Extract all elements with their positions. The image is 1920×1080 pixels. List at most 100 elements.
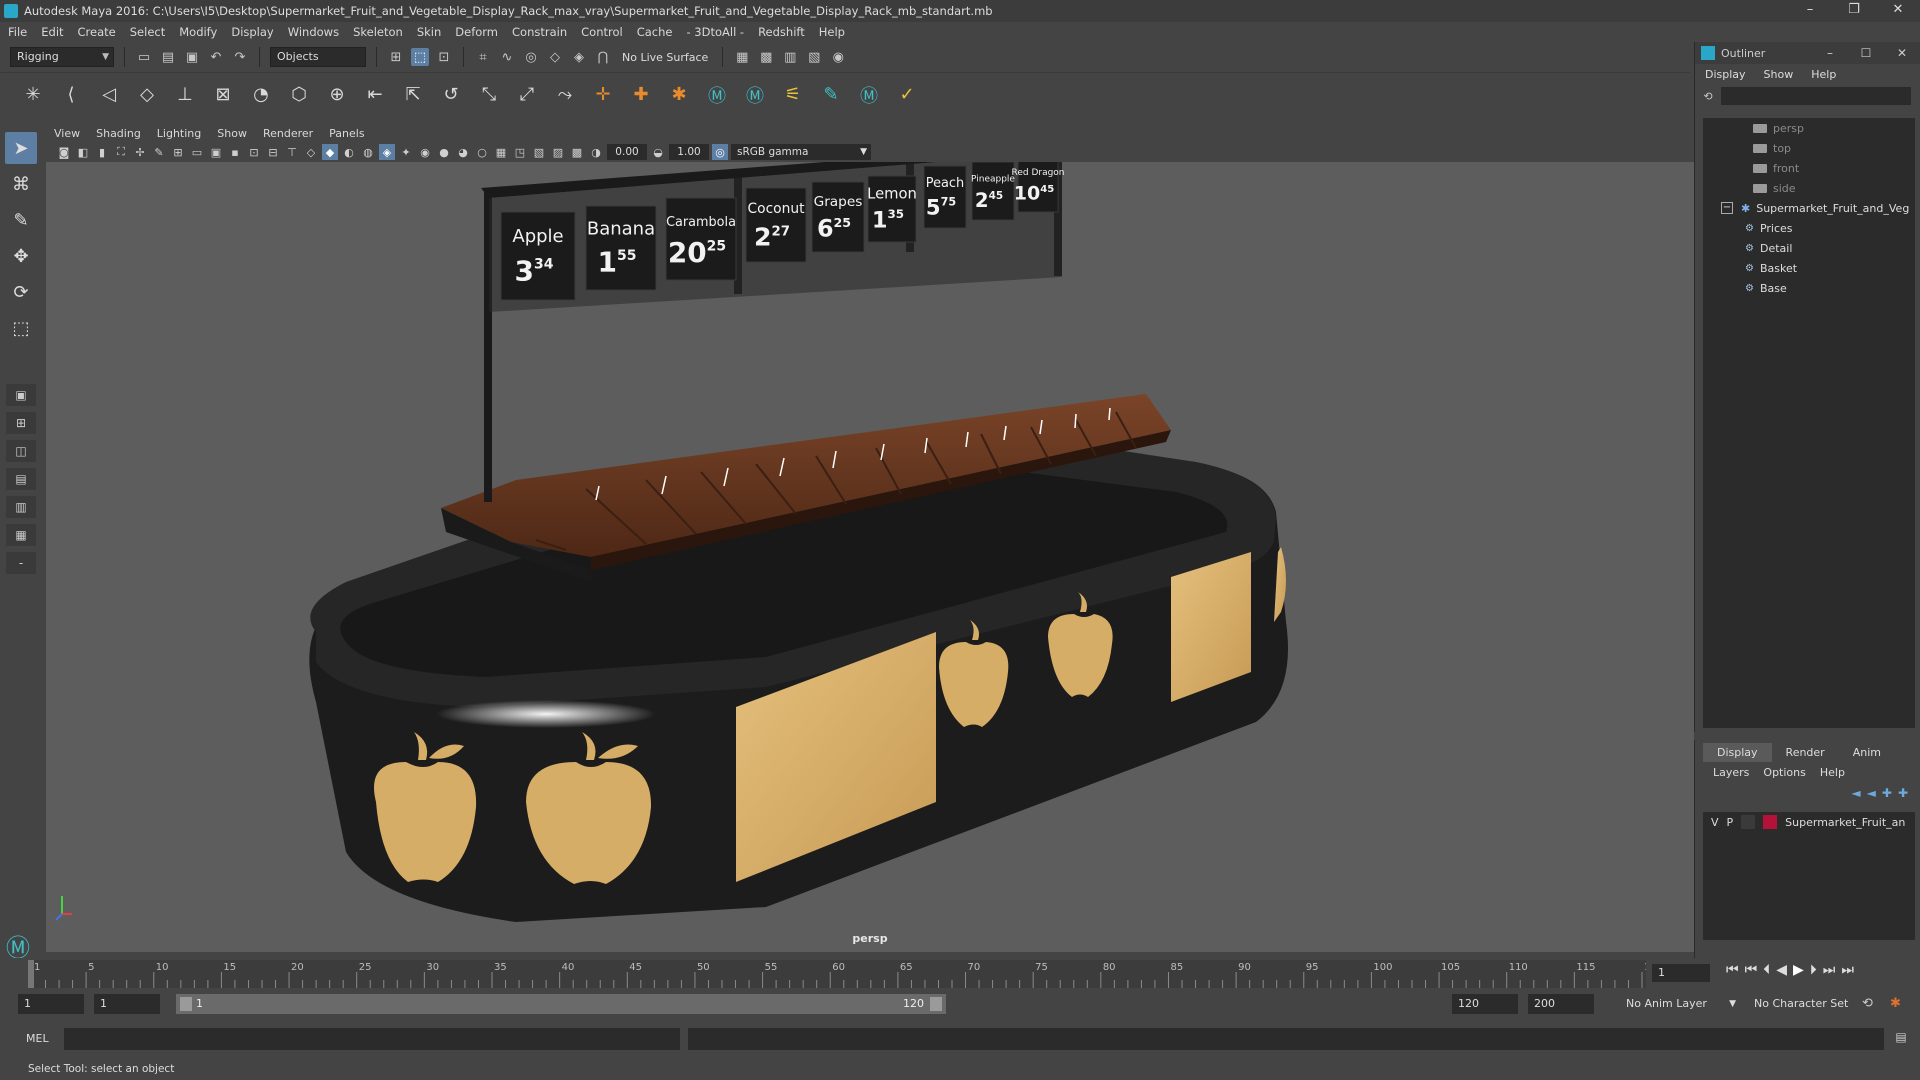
menu-3dtoall[interactable]: - 3DtoAll - — [686, 25, 744, 39]
textured-icon[interactable]: ◍ — [360, 144, 376, 160]
undo-icon[interactable]: ↶ — [207, 48, 225, 66]
outliner-menu-help[interactable]: Help — [1811, 68, 1836, 81]
graph-layout-icon[interactable]: ▥ — [6, 496, 36, 518]
outliner-item-prices[interactable]: ⚙ Prices — [1703, 218, 1915, 238]
menu-control[interactable]: Control — [581, 25, 623, 39]
menu-edit[interactable]: Edit — [41, 25, 63, 39]
vp-menu-panels[interactable]: Panels — [329, 127, 364, 140]
layer-name[interactable]: Supermarket_Fruit_an — [1785, 816, 1905, 829]
outliner-close-button[interactable]: ✕ — [1884, 46, 1920, 60]
depth-of-field-icon[interactable]: ▦ — [493, 144, 509, 160]
step-back-frame-icon[interactable]: ⏴ — [1763, 962, 1770, 978]
play-forward-icon[interactable]: ▶ — [1793, 962, 1804, 978]
constraint-scale-icon[interactable]: ⤡ — [476, 82, 502, 108]
command-language-label[interactable]: MEL — [26, 1032, 49, 1045]
animation-end-field[interactable]: 200 — [1528, 994, 1594, 1014]
color-space-dropdown[interactable]: sRGB gamma ▼ — [731, 144, 871, 160]
check-script-icon[interactable]: ✓ — [894, 82, 920, 108]
snap-surface-icon[interactable]: ◈ — [570, 48, 588, 66]
maya-script-icon-2[interactable]: Ⓜ — [742, 82, 768, 108]
step-back-key-icon[interactable]: ⏮ — [1745, 962, 1758, 978]
new-scene-icon[interactable]: ▭ — [135, 48, 153, 66]
hypershade-icon[interactable]: ◉ — [829, 48, 847, 66]
bookmark-icon[interactable]: ▮ — [94, 144, 110, 160]
insert-joint-icon[interactable]: ⟨ — [58, 82, 84, 108]
menuset-dropdown[interactable]: Rigging ▼ — [10, 47, 114, 67]
save-scene-icon[interactable]: ▣ — [183, 48, 201, 66]
play-backward-icon[interactable]: ◀ — [1776, 962, 1787, 978]
smooth-shade-icon[interactable]: ◆ — [322, 144, 338, 160]
current-time-marker[interactable] — [28, 960, 34, 988]
outliner-item-side[interactable]: side — [1703, 178, 1915, 198]
current-frame-field[interactable]: 1 — [1652, 964, 1710, 982]
wireframe-on-shaded-icon[interactable]: ◐ — [341, 144, 357, 160]
grease-pencil-icon[interactable]: ✎ — [151, 144, 167, 160]
camera-lock-icon[interactable]: ◧ — [75, 144, 91, 160]
two-d-pan-icon[interactable]: ✢ — [132, 144, 148, 160]
resolution-gate-icon[interactable]: ▣ — [208, 144, 224, 160]
isolate-select-icon[interactable]: ◳ — [512, 144, 528, 160]
select-hierarchy-icon[interactable]: ⊞ — [387, 48, 405, 66]
single-view-layout-icon[interactable]: ▣ — [6, 384, 36, 406]
animation-start-field[interactable]: 1 — [18, 994, 84, 1014]
layer-color-swatch[interactable] — [1763, 815, 1778, 829]
field-chart-icon[interactable]: ⊡ — [246, 144, 262, 160]
menu-redshift[interactable]: Redshift — [758, 25, 805, 39]
hypershade-layout-icon[interactable]: ▦ — [6, 524, 36, 546]
safe-title-icon[interactable]: ⊤ — [284, 144, 300, 160]
outliner-item-front[interactable]: front — [1703, 158, 1915, 178]
constraint-orient-icon[interactable]: ↺ — [438, 82, 464, 108]
auto-key-icon[interactable]: ⟲ — [1862, 996, 1873, 1011]
vp-menu-view[interactable]: View — [54, 127, 80, 140]
motion-blur-icon[interactable]: ◕ — [455, 144, 471, 160]
safe-action-icon[interactable]: ⊟ — [265, 144, 281, 160]
snap-point-icon[interactable]: ◎ — [522, 48, 540, 66]
outliner-item-base[interactable]: ⚙ Base — [1703, 278, 1915, 298]
anti-aliasing-icon[interactable]: ○ — [474, 144, 490, 160]
menu-cache[interactable]: Cache — [637, 25, 673, 39]
maya-script-icon-1[interactable]: Ⓜ — [704, 82, 730, 108]
new-layer-selected-icon[interactable]: ✚ — [1898, 786, 1908, 800]
four-view-layout-icon[interactable]: ⊞ — [6, 412, 36, 434]
camera-select-icon[interactable]: ◙ — [56, 144, 72, 160]
xray-joints-icon[interactable]: ▨ — [550, 144, 566, 160]
vp-menu-lighting[interactable]: Lighting — [157, 127, 201, 140]
character-set-dropdown[interactable]: No Character Set — [1748, 994, 1870, 1014]
paint-select-icon[interactable]: ✎ — [5, 204, 37, 236]
outliner-maximize-button[interactable]: ☐ — [1848, 46, 1884, 60]
layer-row[interactable]: V P Supermarket_Fruit_an — [1703, 812, 1915, 832]
paint-weights-icon[interactable]: ◔ — [248, 82, 274, 108]
playback-start-field[interactable]: 1 — [94, 994, 160, 1014]
layer-menu-layers[interactable]: Layers — [1713, 766, 1749, 779]
outliner-search-input[interactable] — [1721, 87, 1911, 105]
film-gate-icon[interactable]: ▭ — [189, 144, 205, 160]
tab-anim[interactable]: Anim — [1839, 743, 1895, 762]
layer-visibility-toggle[interactable]: V — [1711, 816, 1719, 829]
maya-script-icon-3[interactable]: Ⓜ — [856, 82, 882, 108]
color-management-icon[interactable]: ◎ — [712, 144, 728, 160]
move-layer-down-icon[interactable]: ◄ — [1867, 786, 1876, 800]
select-object-icon[interactable]: ⬚ — [411, 48, 429, 66]
lasso-tool-icon[interactable]: ⌘ — [5, 168, 37, 200]
preferences-icon[interactable]: ✱ — [1890, 996, 1901, 1011]
outliner-item-detail[interactable]: ⚙ Detail — [1703, 238, 1915, 258]
orient-joint-icon[interactable]: ◇ — [134, 82, 160, 108]
quick-rig-icon[interactable]: ✱ — [666, 82, 692, 108]
cluster-icon[interactable]: ⊕ — [324, 82, 350, 108]
grid-icon[interactable]: ⊞ — [170, 144, 186, 160]
render-view-icon[interactable]: ▧ — [805, 48, 823, 66]
render-settings-icon[interactable]: ▦ — [733, 48, 751, 66]
restore-button[interactable]: ❐ — [1832, 0, 1876, 22]
outliner-item-top[interactable]: top — [1703, 138, 1915, 158]
ik-handle-icon[interactable]: ⊥ — [172, 82, 198, 108]
menu-skin[interactable]: Skin — [417, 25, 441, 39]
constraint-point-icon[interactable]: ⇱ — [400, 82, 426, 108]
outliner-item-basket[interactable]: ⚙ Basket — [1703, 258, 1915, 278]
menu-display[interactable]: Display — [231, 25, 273, 39]
deformer-icon[interactable]: ⚟ — [780, 82, 806, 108]
go-to-end-icon[interactable]: ⏭ — [1841, 962, 1854, 978]
command-input[interactable] — [64, 1028, 680, 1050]
refresh-icon[interactable]: ⟲ — [1701, 89, 1715, 103]
gamma-field[interactable]: 1.00 — [669, 144, 709, 160]
move-layer-up-icon[interactable]: ◄ — [1851, 786, 1860, 800]
